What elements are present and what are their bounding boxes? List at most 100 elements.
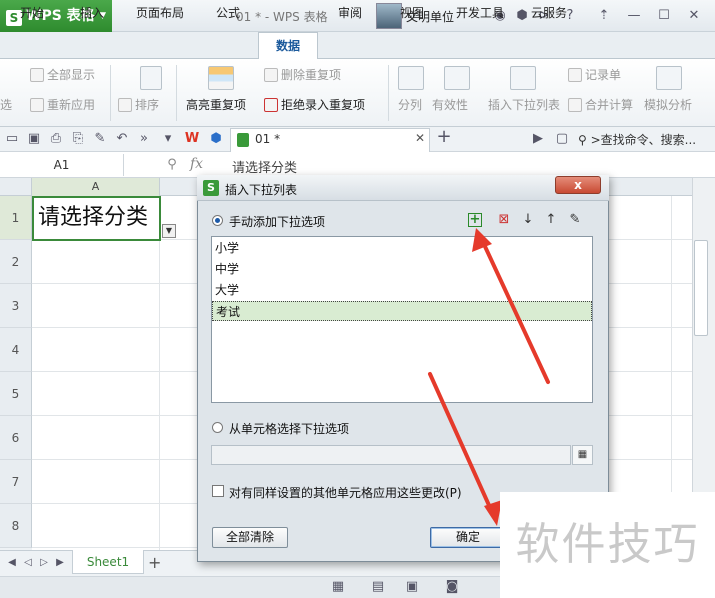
row-header[interactable]: 4: [0, 328, 32, 372]
wps-logo-icon: S: [203, 180, 219, 196]
maximize-icon[interactable]: ☐: [656, 8, 672, 24]
document-tab[interactable]: 01 * ✕: [230, 128, 430, 152]
scrollbar-thumb[interactable]: [694, 240, 708, 336]
ribbon-show-all[interactable]: 全部显示: [30, 66, 95, 83]
format-painter-icon[interactable]: ✎: [92, 131, 108, 147]
add-sheet-icon[interactable]: +: [148, 553, 161, 572]
tab-cloud[interactable]: 云服务: [522, 0, 576, 27]
list-item-selected[interactable]: 考试: [212, 301, 592, 321]
ribbon-validity[interactable]: 有效性: [432, 96, 468, 113]
tab-page-layout[interactable]: 页面布局: [128, 0, 192, 27]
cell-range-input[interactable]: [211, 445, 571, 465]
ribbon-merge-calc[interactable]: 合并计算: [568, 96, 633, 113]
ribbon-reapply[interactable]: 重新应用: [30, 96, 95, 113]
last-sheet-icon[interactable]: ▶: [52, 555, 68, 571]
fx-icon[interactable]: fx: [190, 156, 203, 172]
list-item[interactable]: 中学: [212, 259, 592, 279]
print-preview-icon[interactable]: ⎙: [48, 131, 64, 147]
sheet-tab-sheet1[interactable]: Sheet1: [72, 550, 144, 574]
tab-insert[interactable]: 插入: [70, 0, 114, 27]
tab-view[interactable]: 视图: [390, 0, 434, 27]
radio-manual-label[interactable]: 手动添加下拉选项: [229, 213, 325, 230]
list-item[interactable]: 小学: [212, 238, 592, 258]
new-tab-icon[interactable]: +: [436, 128, 452, 146]
funnel-refresh-icon: [30, 98, 44, 112]
ribbon-simulate[interactable]: 模拟分析: [644, 96, 692, 113]
name-box[interactable]: A1: [0, 154, 124, 176]
eye-protect-icon[interactable]: ◙: [444, 579, 460, 595]
sort-az-icon[interactable]: [140, 66, 162, 90]
formula-input[interactable]: 请选择分类: [232, 157, 297, 176]
move-up-icon[interactable]: ↑: [543, 212, 559, 228]
wps-w-icon[interactable]: W: [184, 131, 200, 147]
ribbon-filter-partial[interactable]: 选: [0, 96, 12, 113]
delete-item-icon[interactable]: ⊠: [496, 212, 512, 228]
row-header[interactable]: 3: [0, 284, 32, 328]
play-icon[interactable]: ▶: [530, 131, 546, 147]
dialog-close-button[interactable]: x: [555, 176, 601, 194]
radio-from-cells[interactable]: [212, 422, 223, 433]
tab-home[interactable]: 开始: [10, 0, 54, 27]
radio-manual[interactable]: [212, 215, 223, 226]
restore-ribbon-icon[interactable]: ⇡: [596, 8, 612, 24]
tab-developer[interactable]: 开发工具: [450, 0, 510, 27]
record-form-icon: [568, 68, 582, 82]
save-icon[interactable]: ▣: [26, 131, 42, 147]
row-header[interactable]: 6: [0, 416, 32, 460]
ribbon-separator: [110, 65, 111, 121]
customize-icon[interactable]: ▾: [160, 131, 176, 147]
funnel-icon: [30, 68, 44, 82]
ribbon-delete-duplicates[interactable]: 删除重复项: [264, 66, 341, 83]
close-icon[interactable]: ✕: [686, 8, 702, 24]
move-down-icon[interactable]: ↓: [520, 212, 536, 228]
ribbon-sort[interactable]: 排序: [118, 96, 159, 113]
ribbon-split[interactable]: 分列: [398, 96, 422, 113]
column-header-a[interactable]: A: [32, 178, 160, 196]
validity-icon: [444, 66, 470, 90]
ribbon-highlight-duplicates[interactable]: 高亮重复项: [186, 96, 246, 113]
open-folder-icon[interactable]: ▭: [4, 131, 20, 147]
cube-blue-icon[interactable]: ⬢: [208, 131, 224, 147]
tab-review[interactable]: 审阅: [328, 0, 372, 27]
row-header[interactable]: 2: [0, 240, 32, 284]
edit-icon[interactable]: ✎: [567, 212, 583, 228]
row-header[interactable]: 1: [0, 196, 32, 240]
tab-formula[interactable]: 公式: [206, 0, 250, 27]
select-all-corner[interactable]: [0, 178, 32, 196]
clear-all-button[interactable]: 全部清除: [212, 527, 288, 548]
close-tab-icon[interactable]: ✕: [415, 131, 425, 145]
normal-view-icon[interactable]: ▦: [330, 579, 346, 595]
minimize-icon[interactable]: —: [626, 8, 642, 24]
print-icon[interactable]: ⎘: [70, 131, 86, 147]
tab-data[interactable]: 数据: [258, 32, 318, 59]
menu-bar: [0, 32, 715, 59]
ribbon-reject-duplicates[interactable]: 拒绝录入重复项: [264, 96, 365, 113]
more-icon[interactable]: »: [136, 131, 152, 147]
row-header[interactable]: 7: [0, 460, 32, 504]
radio-from-cells-label[interactable]: 从单元格选择下拉选项: [229, 420, 349, 437]
prev-sheet-icon[interactable]: ◁: [20, 555, 36, 571]
command-search[interactable]: ⚲ >查找命令、搜索...: [578, 131, 696, 148]
list-item[interactable]: 大学: [212, 280, 592, 300]
next-sheet-icon[interactable]: ▷: [36, 555, 52, 571]
ribbon-record[interactable]: 记录单: [568, 66, 621, 83]
reject-icon: [264, 98, 278, 112]
row-header[interactable]: 5: [0, 372, 32, 416]
window-icon[interactable]: ▢: [554, 131, 570, 147]
ok-button[interactable]: 确定: [430, 527, 506, 548]
page-layout-icon[interactable]: ▤: [370, 579, 386, 595]
row-header[interactable]: 8: [0, 504, 32, 548]
range-select-icon[interactable]: ▦: [572, 445, 593, 465]
ribbon-insert-dropdown[interactable]: 插入下拉列表: [488, 96, 560, 113]
ribbon-separator: [388, 65, 389, 121]
apply-all-checkbox[interactable]: [212, 485, 224, 497]
first-sheet-icon[interactable]: ◀: [4, 555, 20, 571]
undo-icon[interactable]: ↶: [114, 131, 130, 147]
zoom-icon[interactable]: ⚲: [164, 157, 180, 173]
cell-a1[interactable]: 请选择分类: [32, 196, 161, 241]
add-item-icon[interactable]: +: [468, 213, 482, 227]
page-break-icon[interactable]: ▣: [404, 579, 420, 595]
sort-za-icon: [118, 98, 132, 112]
dropdown-arrow-icon[interactable]: ▼: [162, 224, 176, 238]
apply-all-label[interactable]: 对有同样设置的其他单元格应用这些更改(P): [229, 484, 462, 501]
